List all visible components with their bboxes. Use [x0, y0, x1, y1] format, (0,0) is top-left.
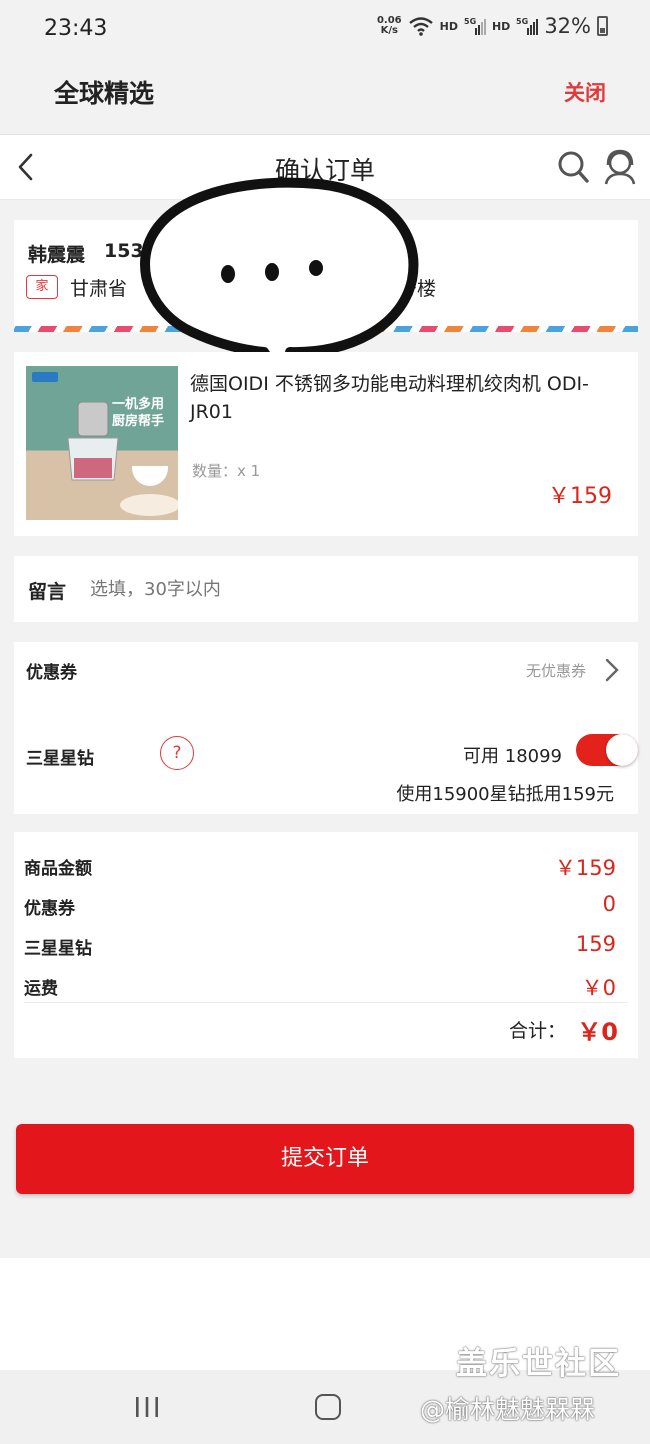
product-name: 德国OIDI 不锈钢多功能电动料理机绞肉机 ODI-JR01 [190, 373, 589, 423]
coupon-value[interactable]: 无优惠券 [526, 660, 586, 681]
recent-apps-icon[interactable] [134, 1396, 160, 1418]
close-button[interactable]: 关闭 [564, 77, 606, 107]
product-card[interactable]: 一机多用 厨房帮手 德国OIDI 不锈钢多功能电动料理机绞肉机 ODI-JR01… [14, 352, 638, 536]
diamond-available: 可用 18099 [463, 746, 562, 767]
customer-service-icon[interactable] [602, 148, 638, 186]
message-label: 留言 [28, 581, 67, 603]
diamond-label: 三星星钻 [26, 749, 94, 769]
network-speed: 0.06 K/s [376, 15, 402, 36]
status-icons: 0.06 K/s HD 5G HD 5G 32% [377, 14, 608, 38]
watermark-user: @榆林魅魅槑槑 [420, 1395, 596, 1424]
recipient-name: 韩震震 [28, 244, 86, 266]
diamond-toggle[interactable] [576, 734, 638, 766]
chevron-right-icon[interactable] [604, 656, 620, 684]
search-icon[interactable] [556, 149, 590, 185]
app-title: 全球精选 [54, 79, 155, 108]
diamond-use-note: 使用15900星钻抵用159元 [396, 784, 614, 805]
product-image: 一机多用 厨房帮手 [26, 366, 178, 520]
total-value: ￥0 [577, 1018, 618, 1046]
signal-5g-icon: 5G [464, 17, 486, 35]
battery-percent: 32% [544, 14, 591, 38]
summary-label-shipping: 运费 [24, 979, 58, 999]
help-icon[interactable]: ? [160, 736, 194, 770]
address-tag-home: 家 [26, 275, 58, 299]
wifi-icon [408, 17, 433, 36]
summary-label-subtotal: 商品金额 [24, 859, 92, 879]
signal-5g-icon-2: 5G [516, 17, 539, 35]
hd-label-2: HD [491, 19, 511, 33]
product-price: ￥159 [548, 484, 612, 509]
discount-card: 优惠券 无优惠券 三星星钻 ? 可用 18099 使用15900星钻抵用159元 [14, 642, 638, 814]
summary-value-coupon: 0 [602, 892, 616, 916]
svg-text:5G: 5G [516, 17, 528, 26]
status-bar: 23:43 0.06 K/s HD 5G HD 5G 32% [0, 0, 650, 58]
toggle-knob [606, 734, 638, 766]
recipient-phone: 153 [104, 240, 144, 262]
hd-label: HD [439, 19, 458, 33]
product-quantity: 数量：x 1 [192, 462, 261, 480]
summary-value-subtotal: ￥159 [554, 856, 616, 880]
battery-icon [597, 16, 608, 36]
watermark-community: 盖乐世社区 [456, 1346, 621, 1382]
summary-divider [24, 1002, 628, 1003]
message-input[interactable] [90, 574, 610, 604]
summary-label-diamonds: 三星星钻 [24, 939, 92, 959]
message-card: 留言 [14, 556, 638, 622]
brand-logo [32, 372, 58, 382]
food-processor-illustration [67, 402, 119, 481]
submit-order-button[interactable]: 提交订单 [16, 1124, 634, 1194]
plate-illustration [120, 494, 178, 516]
status-time: 23:43 [44, 16, 108, 41]
summary-label-coupon: 优惠券 [24, 899, 75, 919]
home-icon[interactable] [315, 1394, 341, 1420]
summary-value-shipping: ￥0 [581, 976, 616, 1000]
order-summary-card: 商品金额 ￥159 优惠券 0 三星星钻 159 运费 ￥0 合计： ￥0 [14, 832, 638, 1058]
svg-text:5G: 5G [464, 17, 476, 26]
total-label: 合计： [508, 1020, 566, 1042]
bowl-illustration [132, 466, 168, 486]
address-line: 甘肃省 [70, 278, 128, 300]
coupon-label: 优惠券 [26, 663, 77, 683]
summary-value-diamonds: 159 [575, 932, 616, 956]
